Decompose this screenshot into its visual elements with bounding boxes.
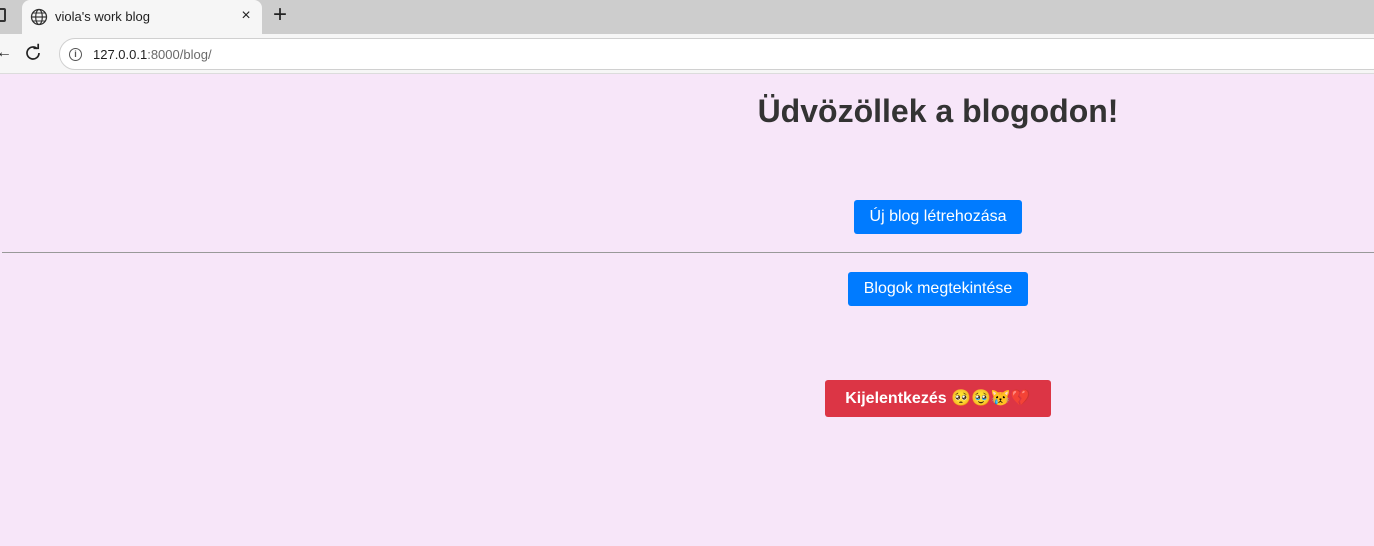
close-icon[interactable]: × bbox=[238, 8, 254, 24]
divider bbox=[2, 252, 1374, 253]
tab-title: viola's work blog bbox=[55, 9, 150, 24]
reload-icon[interactable] bbox=[22, 42, 44, 64]
plus-icon[interactable]: + bbox=[269, 3, 291, 27]
info-icon[interactable]: i bbox=[69, 48, 82, 61]
page-title: Üdvözöllek a blogodon! bbox=[757, 93, 1119, 129]
browser-tab-bar: viola's work blog × + bbox=[0, 0, 1374, 34]
browser-toolbar: ← i 127.0.0.1:8000/blog/ bbox=[0, 34, 1374, 74]
back-icon[interactable]: ← bbox=[0, 45, 12, 61]
window-icon[interactable] bbox=[0, 8, 6, 22]
browser-tab[interactable]: viola's work blog × bbox=[22, 0, 262, 34]
new-blog-button[interactable]: Új blog létrehozása bbox=[854, 200, 1022, 234]
page-content: Üdvözöllek a blogodon! Új blog létrehozá… bbox=[0, 75, 1374, 546]
url-path: :8000/blog/ bbox=[147, 47, 212, 62]
logout-button[interactable]: Kijelentkezés 🥺🥹😿💔 bbox=[825, 380, 1051, 417]
url-host: 127.0.0.1 bbox=[93, 47, 148, 62]
url-text: 127.0.0.1:8000/blog/ bbox=[93, 47, 212, 62]
globe-icon bbox=[30, 8, 48, 26]
view-blogs-button[interactable]: Blogok megtekintése bbox=[848, 272, 1028, 306]
address-bar[interactable]: i 127.0.0.1:8000/blog/ bbox=[59, 38, 1374, 70]
